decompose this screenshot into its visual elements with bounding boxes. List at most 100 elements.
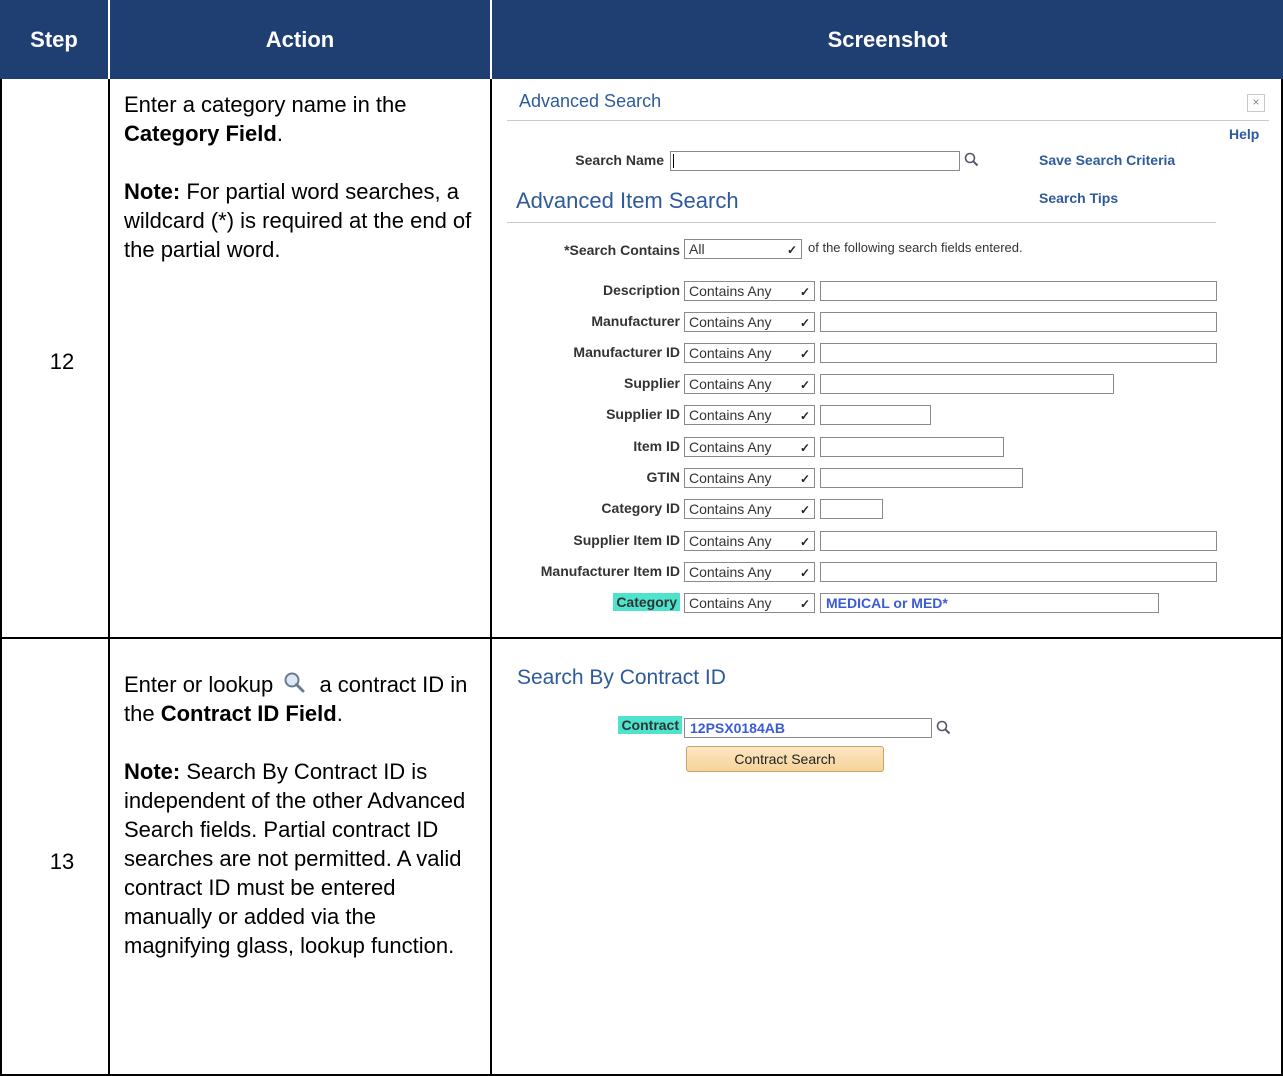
contract-input[interactable]: 12PSX0184AB (684, 718, 932, 738)
note-12-label: Note: (124, 179, 181, 204)
step-number-12: 12 (49, 349, 75, 374)
field-label: Manufacturer Item ID (540, 563, 680, 579)
advanced-item-search-heading: Advanced Item Search (516, 188, 739, 213)
header-screenshot: Screenshot (492, 0, 1283, 79)
operator-select[interactable]: Contains Any ✓ (684, 374, 815, 394)
contract-lookup-icon[interactable] (936, 720, 951, 739)
action-13-post: . (336, 701, 343, 726)
action-12-post: . (276, 121, 283, 146)
chevron-down-icon: ✓ (799, 566, 810, 580)
chevron-down-icon: ✓ (786, 243, 797, 257)
field-label: Item ID (633, 438, 680, 454)
contract-value: 12PSX0184AB (690, 720, 785, 736)
operator-select[interactable]: Contains Any ✓ (684, 437, 815, 457)
field-input[interactable] (820, 437, 1004, 457)
field-input[interactable]: MEDICAL or MED* (820, 593, 1159, 613)
operator-select[interactable]: Contains Any ✓ (684, 281, 815, 301)
operator-value: Contains Any (689, 314, 772, 330)
field-value (821, 439, 826, 455)
field-input[interactable] (820, 312, 1217, 332)
field-label: Manufacturer ID (573, 344, 680, 360)
field-label: Supplier Item ID (573, 532, 680, 548)
field-value: MEDICAL or MED* (826, 595, 948, 611)
search-name-input[interactable] (670, 151, 960, 171)
field-input[interactable] (820, 343, 1217, 363)
field-value (821, 564, 826, 580)
help-link[interactable]: Help (1229, 126, 1259, 142)
title-rule (507, 120, 1269, 121)
chevron-down-icon: ✓ (799, 441, 810, 455)
action-13-field: Contract ID Field (160, 701, 337, 726)
chevron-down-icon: ✓ (799, 347, 810, 361)
action-12-field: Category Field (124, 121, 277, 146)
step-number-13: 13 (49, 849, 75, 874)
field-label: Description (602, 282, 680, 298)
advanced-search-title: Advanced Search (519, 91, 662, 111)
search-contains-value: All (689, 241, 705, 257)
operator-value: Contains Any (689, 470, 772, 486)
operator-value: Contains Any (689, 407, 772, 423)
section-rule (507, 222, 1216, 223)
operator-value: Contains Any (689, 439, 772, 455)
field-input[interactable] (820, 374, 1114, 394)
magnifier-icon (284, 672, 305, 693)
table-divider-1 (108, 79, 110, 1076)
contract-search-button[interactable]: Contract Search (686, 746, 884, 772)
field-input[interactable] (820, 468, 1023, 488)
action-12-pre: Enter a category name in the (124, 92, 407, 117)
field-label: Manufacturer (591, 313, 680, 329)
search-contains-label: *Search Contains (564, 242, 680, 258)
field-value (821, 345, 826, 361)
operator-value: Contains Any (689, 283, 772, 299)
note-13-text: Search By Contract ID is independent of … (124, 759, 466, 958)
operator-select[interactable]: Contains Any ✓ (684, 499, 815, 519)
field-value (821, 470, 826, 486)
action-text-12: Enter a category name in the Category Fi… (124, 90, 474, 264)
field-input[interactable] (820, 562, 1217, 582)
chevron-down-icon: ✓ (799, 535, 810, 549)
search-by-contract-heading: Search By Contract ID (517, 666, 726, 689)
operator-value: Contains Any (689, 533, 772, 549)
field-input[interactable] (820, 281, 1217, 301)
search-tips-link[interactable]: Search Tips (1039, 190, 1118, 206)
operator-select[interactable]: Contains Any ✓ (684, 405, 815, 425)
operator-value: Contains Any (689, 595, 772, 611)
field-label: Category (500, 593, 680, 611)
operator-value: Contains Any (689, 345, 772, 361)
operator-select[interactable]: Contains Any ✓ (684, 312, 815, 332)
operator-select[interactable]: Contains Any ✓ (684, 593, 815, 613)
operator-value: Contains Any (689, 376, 772, 392)
field-label: Supplier (623, 375, 680, 391)
save-search-criteria-link[interactable]: Save Search Criteria (1039, 152, 1175, 168)
chevron-down-icon: ✓ (799, 472, 810, 486)
chevron-down-icon: ✓ (799, 503, 810, 517)
chevron-down-icon: ✓ (799, 597, 810, 611)
search-name-lookup-icon[interactable] (964, 152, 979, 171)
field-label: Supplier ID (606, 406, 680, 422)
field-value (821, 283, 826, 299)
instruction-table: Step Action Screenshot 12 Enter a catego… (0, 0, 1283, 1076)
operator-select[interactable]: Contains Any ✓ (684, 343, 815, 363)
field-value (821, 314, 826, 330)
chevron-down-icon: ✓ (799, 378, 810, 392)
field-input[interactable] (820, 405, 931, 425)
chevron-down-icon: ✓ (799, 409, 810, 423)
row-divider (0, 637, 1283, 639)
search-name-label: Search Name (575, 152, 664, 168)
operator-select[interactable]: Contains Any ✓ (684, 468, 815, 488)
action-13-pre: Enter or lookup (124, 672, 274, 697)
close-icon[interactable]: × (1247, 94, 1265, 112)
action-text-13: Enter or lookup a contract ID in the Con… (124, 670, 474, 960)
search-contains-note: of the following search fields entered. (808, 240, 1023, 255)
field-input[interactable] (820, 499, 883, 519)
field-input[interactable] (820, 531, 1217, 551)
table-divider-2 (490, 79, 492, 1076)
search-contains-select[interactable]: All ✓ (684, 239, 802, 259)
header-step: Step (0, 0, 108, 79)
field-label: GTIN (646, 469, 680, 485)
operator-value: Contains Any (689, 564, 772, 580)
table-border-left (0, 79, 2, 1076)
header-action: Action (110, 0, 490, 79)
operator-select[interactable]: Contains Any ✓ (684, 531, 815, 551)
operator-select[interactable]: Contains Any ✓ (684, 562, 815, 582)
